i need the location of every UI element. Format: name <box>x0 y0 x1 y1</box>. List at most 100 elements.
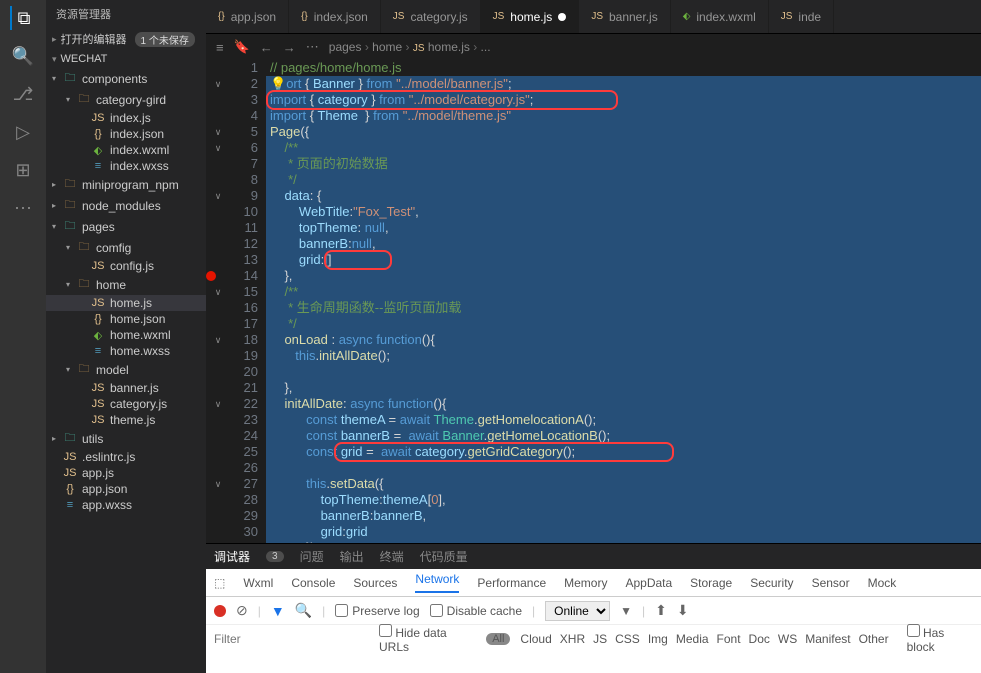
tree-item[interactable]: ▾🗀home <box>46 274 206 295</box>
explorer-icon[interactable]: ⧉ <box>10 6 34 30</box>
editor-tab[interactable]: {}app.json <box>206 0 289 33</box>
clear-icon[interactable]: ⊘ <box>236 602 248 619</box>
editor-tab[interactable]: ⬖index.wxml <box>671 0 769 33</box>
activity-bar: ⧉ 🔍 ⎇ ▷ ⊞ ⋯ <box>0 0 46 673</box>
chevron-down-icon: ▾ <box>52 54 57 65</box>
devtools-tab[interactable]: Memory <box>564 576 607 590</box>
devtools-tab[interactable]: Performance <box>477 576 546 590</box>
record-icon[interactable] <box>214 605 226 617</box>
tree-item[interactable]: ▸🗀node_modules <box>46 195 206 216</box>
tree-item[interactable]: ▾🗀model <box>46 359 206 380</box>
editor-tab[interactable]: JSinde <box>769 0 834 33</box>
devtools-tab[interactable]: Network <box>415 572 459 593</box>
search-icon[interactable]: 🔍 <box>295 602 312 619</box>
tree-item[interactable]: {}index.json <box>46 126 206 142</box>
debugger-tab[interactable]: 代码质量 <box>420 548 468 565</box>
filter-icon[interactable]: ▼ <box>271 603 285 619</box>
tree-item[interactable]: ≡home.wxss <box>46 343 206 359</box>
filter-type[interactable]: Cloud <box>520 632 551 646</box>
bookmark-icon[interactable]: 🔖 <box>234 39 250 55</box>
editor-tab[interactable]: {}index.json <box>289 0 381 33</box>
extensions-icon[interactable]: ⊞ <box>11 158 35 182</box>
filter-type[interactable]: XHR <box>560 632 585 646</box>
filter-type[interactable]: CSS <box>615 632 640 646</box>
tree-item[interactable]: ▸🗀miniprogram_npm <box>46 174 206 195</box>
tree-item[interactable]: ▾🗀comfig <box>46 237 206 258</box>
upload-icon[interactable]: ⬆ <box>655 602 667 619</box>
breadcrumb[interactable]: pages › home › JS home.js › ... <box>329 40 491 54</box>
throttle-dropdown-icon[interactable]: ▼ <box>620 604 632 618</box>
filter-type[interactable]: WS <box>778 632 797 646</box>
filter-type[interactable]: Font <box>717 632 741 646</box>
more-icon[interactable]: ⋯ <box>11 196 35 220</box>
debug-icon[interactable]: ▷ <box>11 120 35 144</box>
tree-item[interactable]: JShome.js <box>46 295 206 311</box>
inspect-icon[interactable]: ⬚ <box>214 576 225 590</box>
filter-type[interactable]: Img <box>648 632 668 646</box>
filter-input[interactable] <box>214 632 369 646</box>
editor-tab[interactable]: JScategory.js <box>381 0 481 33</box>
devtools-tab[interactable]: Sensor <box>812 576 850 590</box>
network-toolbar: ⊘ | ▼ 🔍 | Preserve log Disable cache | O… <box>206 597 981 625</box>
has-blocked-checkbox[interactable]: Has block <box>907 624 973 654</box>
devtools-tab[interactable]: Mock <box>868 576 897 590</box>
throttle-select[interactable]: Online <box>545 601 610 621</box>
filter-type[interactable]: Doc <box>749 632 770 646</box>
tree-item[interactable]: {}home.json <box>46 311 206 327</box>
tree-item[interactable]: ▾🗀pages <box>46 216 206 237</box>
debugger-tabs: 调试器3问题输出终端代码质量 <box>206 543 981 569</box>
debugger-tab[interactable]: 输出 <box>340 548 364 565</box>
preserve-log-checkbox[interactable]: Preserve log <box>335 604 419 618</box>
editor-tabs: {}app.json{}index.jsonJScategory.jsJShom… <box>206 0 981 34</box>
tree-item[interactable]: JStheme.js <box>46 412 206 428</box>
tree-item[interactable]: JS.eslintrc.js <box>46 449 206 465</box>
unsaved-badge: 1 个未保存 <box>135 32 195 47</box>
devtools-tab[interactable]: AppData <box>625 576 672 590</box>
main: {}app.json{}index.jsonJScategory.jsJShom… <box>206 0 981 673</box>
filter-type[interactable]: Media <box>676 632 709 646</box>
filter-type[interactable]: Other <box>859 632 889 646</box>
list-icon[interactable]: ≡ <box>216 40 224 55</box>
devtools: ⬚ Wxml Console Sources Network Performance Me… <box>206 569 981 673</box>
filter-all[interactable]: All <box>486 633 510 645</box>
devtools-tab[interactable]: Security <box>750 576 793 590</box>
devtools-tab[interactable]: Sources <box>353 576 397 590</box>
tree-item[interactable]: {}app.json <box>46 481 206 497</box>
breakpoint-icon[interactable] <box>206 271 216 281</box>
tree-item[interactable]: JScategory.js <box>46 396 206 412</box>
debugger-tab[interactable]: 终端 <box>380 548 404 565</box>
tree-item[interactable]: JSconfig.js <box>46 258 206 274</box>
filter-type[interactable]: Manifest <box>805 632 850 646</box>
filter-type[interactable]: JS <box>593 632 607 646</box>
devtools-tab[interactable]: Console <box>291 576 335 590</box>
tree-item[interactable]: ▾🗀components <box>46 68 206 89</box>
tree-item[interactable]: ≡index.wxss <box>46 158 206 174</box>
back-icon[interactable]: ← <box>260 40 273 55</box>
tree-item[interactable]: ▸🗀utils <box>46 428 206 449</box>
editor-tab[interactable]: JShome.js <box>481 0 580 33</box>
devtools-tab[interactable]: Wxml <box>243 576 273 590</box>
disable-cache-checkbox[interactable]: Disable cache <box>430 604 522 618</box>
search-icon[interactable]: 🔍 <box>11 44 35 68</box>
open-editors-header[interactable]: ▸ 打开的编辑器 1 个未保存 <box>46 28 206 50</box>
code-editor[interactable]: ∨∨∨∨∨∨∨∨ 1234567891011121314151617181920… <box>206 60 981 543</box>
tree-item[interactable]: JSbanner.js <box>46 380 206 396</box>
editor-tab[interactable]: JSbanner.js <box>579 0 670 33</box>
tree-item[interactable]: JSindex.js <box>46 110 206 126</box>
devtools-tabs: ⬚ Wxml Console Sources Network Performance Me… <box>206 569 981 597</box>
code-area[interactable]: // pages/home/home.js💡ort { Banner } fro… <box>266 60 981 543</box>
devtools-tab[interactable]: Storage <box>690 576 732 590</box>
tree-item[interactable]: ≡app.wxss <box>46 497 206 513</box>
debugger-tab[interactable]: 问题 <box>300 548 324 565</box>
project-header[interactable]: ▾ WECHAT <box>46 50 206 68</box>
download-icon[interactable]: ⬇ <box>677 602 689 619</box>
hide-urls-checkbox[interactable]: Hide data URLs <box>379 624 476 654</box>
tree-item[interactable]: JSapp.js <box>46 465 206 481</box>
tree-item[interactable]: ⬖home.wxml <box>46 327 206 343</box>
more-icon[interactable]: ⋯ <box>306 39 319 55</box>
source-control-icon[interactable]: ⎇ <box>11 82 35 106</box>
tree-item[interactable]: ⬖index.wxml <box>46 142 206 158</box>
tree-item[interactable]: ▾🗀category-gird <box>46 89 206 110</box>
debugger-tab[interactable]: 调试器 <box>214 548 250 565</box>
forward-icon[interactable]: → <box>283 40 296 55</box>
